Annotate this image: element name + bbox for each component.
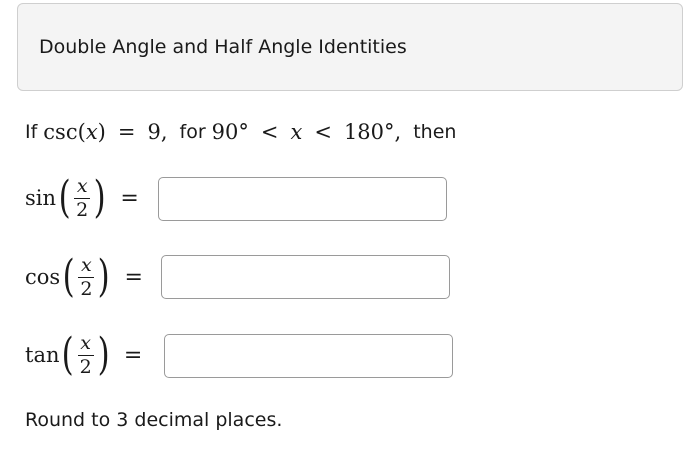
fraction-numerator: x xyxy=(76,174,88,197)
right-paren: ) xyxy=(97,251,110,302)
sin-answer-input[interactable] xyxy=(158,177,447,221)
open-paren: ( xyxy=(77,120,86,144)
equals-sign: = xyxy=(123,342,143,368)
right-paren: ) xyxy=(97,329,110,380)
tan-function: tan xyxy=(25,343,60,367)
right-paren: ) xyxy=(93,172,106,223)
then-label: then xyxy=(413,121,457,143)
equals-sign: = xyxy=(124,264,143,290)
for-label: for xyxy=(179,121,206,143)
fraction-denominator: 2 xyxy=(76,198,89,221)
page-title: Double Angle and Half Angle Identities xyxy=(39,36,407,58)
csc-value: 9, xyxy=(147,120,168,144)
fraction-x-over-2: x 2 xyxy=(78,253,95,300)
tan-half-angle-row: tan ( x 2 ) = xyxy=(25,325,164,385)
cos-answer-input[interactable] xyxy=(161,255,450,299)
fraction-x-over-2: x 2 xyxy=(74,174,91,221)
if-label: If xyxy=(25,121,38,143)
close-paren: ) xyxy=(97,120,106,144)
fraction-denominator: 2 xyxy=(80,277,93,300)
fraction-numerator: x xyxy=(81,253,92,276)
equals-sign: = xyxy=(120,185,139,211)
equals-sign: = xyxy=(117,120,136,144)
sin-half-angle-row: sin ( x 2 ) = xyxy=(25,168,161,228)
less-than-1: < xyxy=(260,120,279,144)
left-paren: ( xyxy=(58,172,71,223)
sin-function: sin xyxy=(25,186,57,210)
fraction-denominator: 2 xyxy=(79,355,92,378)
question-statement: If csc ( x ) = 9, for 90° < x < 180°, th… xyxy=(25,118,456,146)
fraction-x-over-2: x 2 xyxy=(77,331,94,378)
csc-function: csc xyxy=(43,120,78,144)
tan-answer-input[interactable] xyxy=(164,334,453,378)
cos-half-angle-row: cos ( x 2 ) = xyxy=(25,247,165,307)
variable-x-2: x xyxy=(290,120,303,144)
lower-bound: 90° xyxy=(211,120,249,144)
fraction-numerator: x xyxy=(80,331,92,354)
less-than-2: < xyxy=(314,120,332,144)
cos-function: cos xyxy=(25,265,61,289)
rounding-instruction: Round to 3 decimal places. xyxy=(25,409,283,431)
upper-bound: 180°, xyxy=(343,120,402,144)
left-paren: ( xyxy=(62,329,75,380)
title-panel: Double Angle and Half Angle Identities xyxy=(17,3,683,91)
left-paren: ( xyxy=(62,251,75,302)
variable-x: x xyxy=(85,120,98,144)
